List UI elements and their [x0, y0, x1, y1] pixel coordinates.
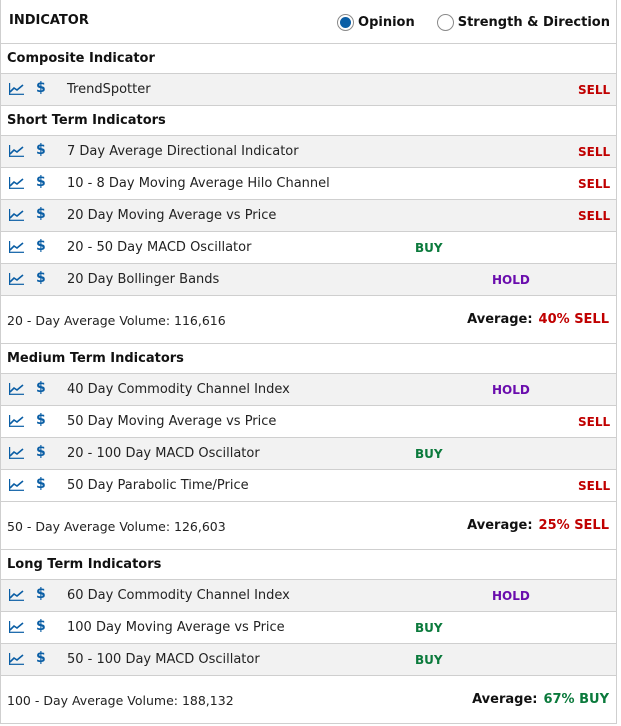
average-label: Average: [472, 692, 538, 707]
chart-icon[interactable] [9, 447, 24, 459]
signal-buy: BUY [415, 241, 443, 255]
indicator-row: $50 Day Parabolic Time/Price SELL [1, 470, 616, 502]
signal-sell: SELL [578, 83, 611, 97]
indicator-name: 20 Day Moving Average vs Price [67, 208, 277, 223]
chart-icon[interactable] [9, 415, 24, 427]
dollar-icon[interactable]: $ [36, 380, 46, 396]
dollar-icon[interactable]: $ [36, 238, 46, 254]
signal-sell: SELL [578, 145, 611, 159]
view-mode-radio-group: Opinion Strength & Direction [315, 14, 610, 31]
chart-icon[interactable] [9, 145, 24, 157]
indicator-name: 20 - 50 Day MACD Oscillator [67, 240, 252, 255]
indicator-row: $50 - 100 Day MACD Oscillator BUY [1, 644, 616, 676]
average-value: 25% SELL [538, 518, 609, 533]
section-title: Long Term Indicators [1, 550, 616, 580]
indicator-name: TrendSpotter [67, 82, 151, 97]
average-label: Average: [467, 312, 533, 327]
dollar-icon[interactable]: $ [36, 586, 46, 602]
radio-strength-direction-label[interactable]: Strength & Direction [458, 15, 610, 30]
radio-opinion-label[interactable]: Opinion [358, 15, 415, 30]
signal-sell: SELL [578, 479, 611, 493]
indicator-name: 100 Day Moving Average vs Price [67, 620, 285, 635]
indicator-name: 50 Day Moving Average vs Price [67, 414, 277, 429]
indicator-row: $20 - 100 Day MACD Oscillator BUY [1, 438, 616, 470]
chart-icon[interactable] [9, 589, 24, 601]
dollar-icon[interactable]: $ [36, 174, 46, 190]
indicator-row: $20 Day Bollinger Bands HOLD [1, 264, 616, 296]
chart-icon[interactable] [9, 177, 24, 189]
indicator-row: $10 - 8 Day Moving Average Hilo Channel S… [1, 168, 616, 200]
dollar-icon[interactable]: $ [36, 270, 46, 286]
signal-hold: HOLD [492, 589, 530, 603]
signal-sell: SELL [578, 209, 611, 223]
average-opinion: Average: 40% SELL [467, 312, 609, 327]
signal-buy: BUY [415, 653, 443, 667]
chart-icon[interactable] [9, 653, 24, 665]
indicator-column-title: INDICATOR [9, 13, 89, 28]
dollar-icon[interactable]: $ [36, 444, 46, 460]
chart-icon[interactable] [9, 383, 24, 395]
signal-sell: SELL [578, 415, 611, 429]
section-title: Short Term Indicators [1, 106, 616, 136]
signal-hold: HOLD [492, 273, 530, 287]
indicator-name: 50 - 100 Day MACD Oscillator [67, 652, 260, 667]
indicator-row: $100 Day Moving Average vs Price BUY [1, 612, 616, 644]
dollar-icon[interactable]: $ [36, 80, 46, 96]
chart-icon[interactable] [9, 273, 24, 285]
indicator-name: 40 Day Commodity Channel Index [67, 382, 290, 397]
dollar-icon[interactable]: $ [36, 650, 46, 666]
average-volume: 50 - Day Average Volume: 126,603 [7, 519, 226, 534]
indicator-sections: Composite Indicator $ TrendSpotter SELL Sho… [1, 44, 616, 724]
chart-icon[interactable] [9, 479, 24, 491]
indicator-name: 20 Day Bollinger Bands [67, 272, 220, 287]
average-value: 67% BUY [543, 692, 609, 707]
indicator-row: $7 Day Average Directional Indicator SELL [1, 136, 616, 168]
signal-buy: BUY [415, 621, 443, 635]
indicator-name: 7 Day Average Directional Indicator [67, 144, 299, 159]
dollar-icon[interactable]: $ [36, 142, 46, 158]
radio-strength-direction[interactable]: Strength & Direction [436, 14, 610, 31]
dollar-icon[interactable]: $ [36, 618, 46, 634]
average-opinion: Average: 67% BUY [472, 692, 609, 707]
average-label: Average: [467, 518, 533, 533]
average-volume: 100 - Day Average Volume: 188,132 [7, 693, 234, 708]
indicator-row: $20 - 50 Day MACD Oscillator BUY [1, 232, 616, 264]
indicator-row: $60 Day Commodity Channel Index HOLD [1, 580, 616, 612]
indicator-row: $50 Day Moving Average vs Price SELL [1, 406, 616, 438]
indicator-row: $ TrendSpotter SELL [1, 74, 616, 106]
chart-icon[interactable] [9, 209, 24, 221]
chart-icon[interactable] [9, 241, 24, 253]
chart-icon[interactable] [9, 621, 24, 633]
indicator-row: $20 Day Moving Average vs Price SELL [1, 200, 616, 232]
indicator-name: 20 - 100 Day MACD Oscillator [67, 446, 260, 461]
dollar-icon[interactable]: $ [36, 476, 46, 492]
signal-sell: SELL [578, 177, 611, 191]
technical-opinion-panel: INDICATOR Opinion Strength & Direction C… [0, 0, 617, 724]
section-summary: 50 - Day Average Volume: 126,603 Average:… [1, 502, 616, 550]
average-value: 40% SELL [538, 312, 609, 327]
average-volume: 20 - Day Average Volume: 116,616 [7, 313, 226, 328]
dollar-icon[interactable]: $ [36, 412, 46, 428]
radio-selected-icon[interactable] [337, 14, 355, 31]
section-title: Composite Indicator [1, 44, 616, 74]
indicator-name: 10 - 8 Day Moving Average Hilo Channel [67, 176, 330, 191]
chart-icon[interactable] [9, 83, 24, 95]
section-summary: 20 - Day Average Volume: 116,616 Average:… [1, 296, 616, 344]
radio-opinion[interactable]: Opinion [337, 14, 415, 31]
indicator-name: 60 Day Commodity Channel Index [67, 588, 290, 603]
section-title: Medium Term Indicators [1, 344, 616, 374]
radio-unselected-icon[interactable] [436, 14, 454, 31]
indicator-name: 50 Day Parabolic Time/Price [67, 478, 249, 493]
indicator-row: $40 Day Commodity Channel Index HOLD [1, 374, 616, 406]
dollar-icon[interactable]: $ [36, 206, 46, 222]
table-header: INDICATOR Opinion Strength & Direction [1, 0, 616, 44]
signal-buy: BUY [415, 447, 443, 461]
section-summary: 100 - Day Average Volume: 188,132 Average… [1, 676, 616, 724]
signal-hold: HOLD [492, 383, 530, 397]
average-opinion: Average: 25% SELL [467, 518, 609, 533]
